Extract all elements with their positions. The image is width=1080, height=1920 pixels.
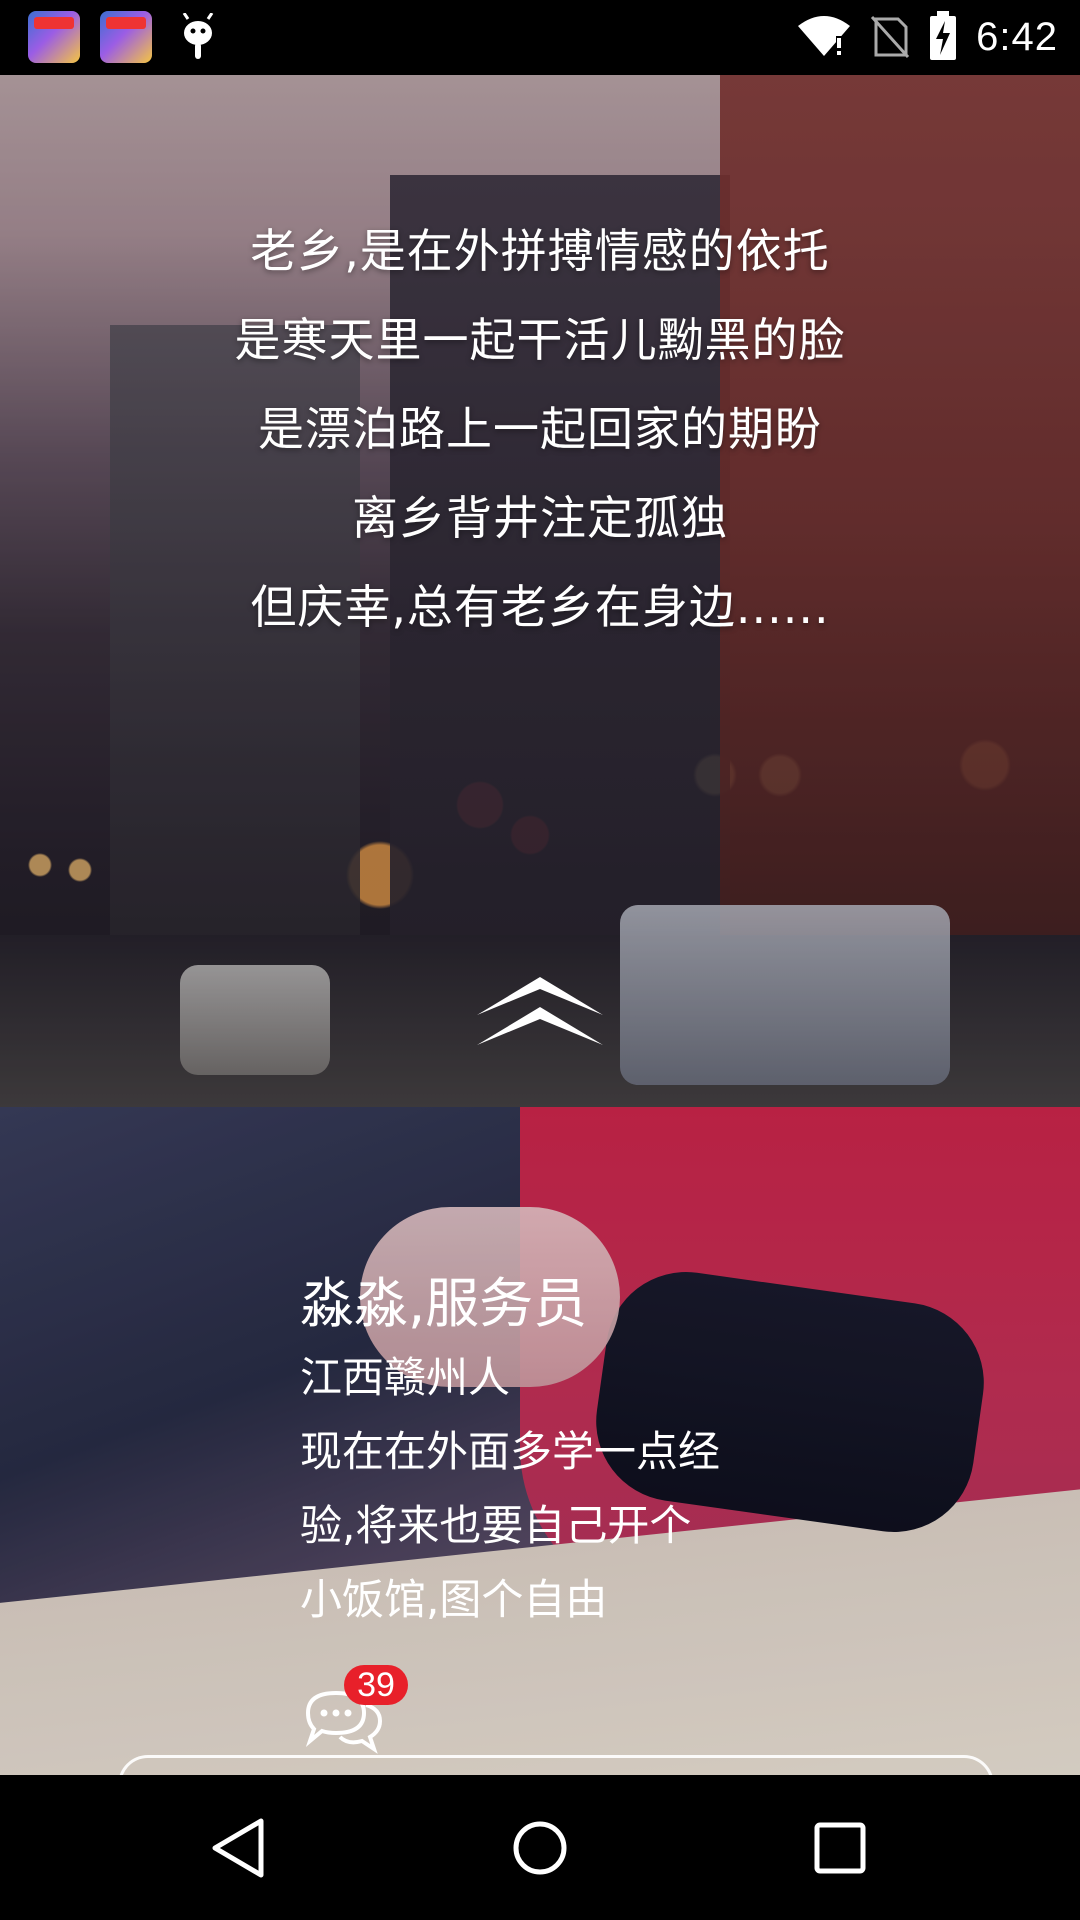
system-status: 6:42 bbox=[796, 0, 1058, 75]
poem-line: 离乡背井注定孤独 bbox=[352, 491, 728, 545]
poem-line: 但庆幸,总有老乡在身边...... bbox=[250, 580, 830, 634]
profile-text: 淼淼,服务员 江西赣州人 现在在外面多学一点经 验,将来也要自己开个 小饭馆,图… bbox=[300, 1267, 720, 1637]
navigation-bar bbox=[0, 1775, 1080, 1920]
profile-description: 验,将来也要自己开个 bbox=[300, 1501, 692, 1550]
profile-description: 小饭馆,图个自由 bbox=[300, 1575, 608, 1624]
wifi-icon bbox=[796, 14, 852, 62]
poem-line: 是漂泊路上一起回家的期盼 bbox=[258, 402, 822, 456]
home-icon bbox=[513, 1821, 567, 1875]
back-icon bbox=[212, 1818, 264, 1878]
profile-card[interactable]: 淼淼,服务员 江西赣州人 现在在外面多学一点经 验,将来也要自己开个 小饭馆,图… bbox=[0, 1107, 1080, 1775]
game-app-icon bbox=[28, 11, 80, 63]
home-button[interactable] bbox=[505, 1813, 575, 1883]
swipe-up-icon[interactable] bbox=[475, 975, 605, 1065]
battery-charging-icon bbox=[928, 10, 958, 65]
poem-text: 老乡,是在外拼搏情感的依托 是寒天里一起干活儿黝黑的脸 是漂泊路上一起回家的期盼… bbox=[0, 207, 1080, 652]
hero-panel[interactable]: 老乡,是在外拼搏情感的依托 是寒天里一起干活儿黝黑的脸 是漂泊路上一起回家的期盼… bbox=[0, 75, 1080, 1107]
poem-line: 是寒天里一起干活儿黝黑的脸 bbox=[234, 313, 846, 367]
clock: 6:42 bbox=[976, 15, 1058, 59]
back-button[interactable] bbox=[205, 1813, 275, 1883]
comment-button[interactable]: 39 bbox=[300, 1665, 410, 1754]
profile-name: 淼淼,服务员 bbox=[300, 1272, 588, 1335]
recent-apps-button[interactable] bbox=[805, 1813, 875, 1883]
no-sim-icon bbox=[870, 13, 910, 63]
profile-description: 现在在外面多学一点经 bbox=[300, 1427, 721, 1476]
status-bar: 6:42 bbox=[0, 0, 1080, 75]
next-card-edge bbox=[118, 1755, 994, 1775]
android-debug-icon bbox=[172, 11, 224, 63]
profile-description: 江西赣州人 bbox=[300, 1353, 511, 1402]
game-app-icon bbox=[100, 11, 152, 63]
recent-apps-icon bbox=[814, 1822, 866, 1874]
notification-icons bbox=[28, 11, 224, 63]
poem-line: 老乡,是在外拼搏情感的依托 bbox=[250, 224, 830, 278]
comment-count-badge: 39 bbox=[344, 1665, 408, 1705]
